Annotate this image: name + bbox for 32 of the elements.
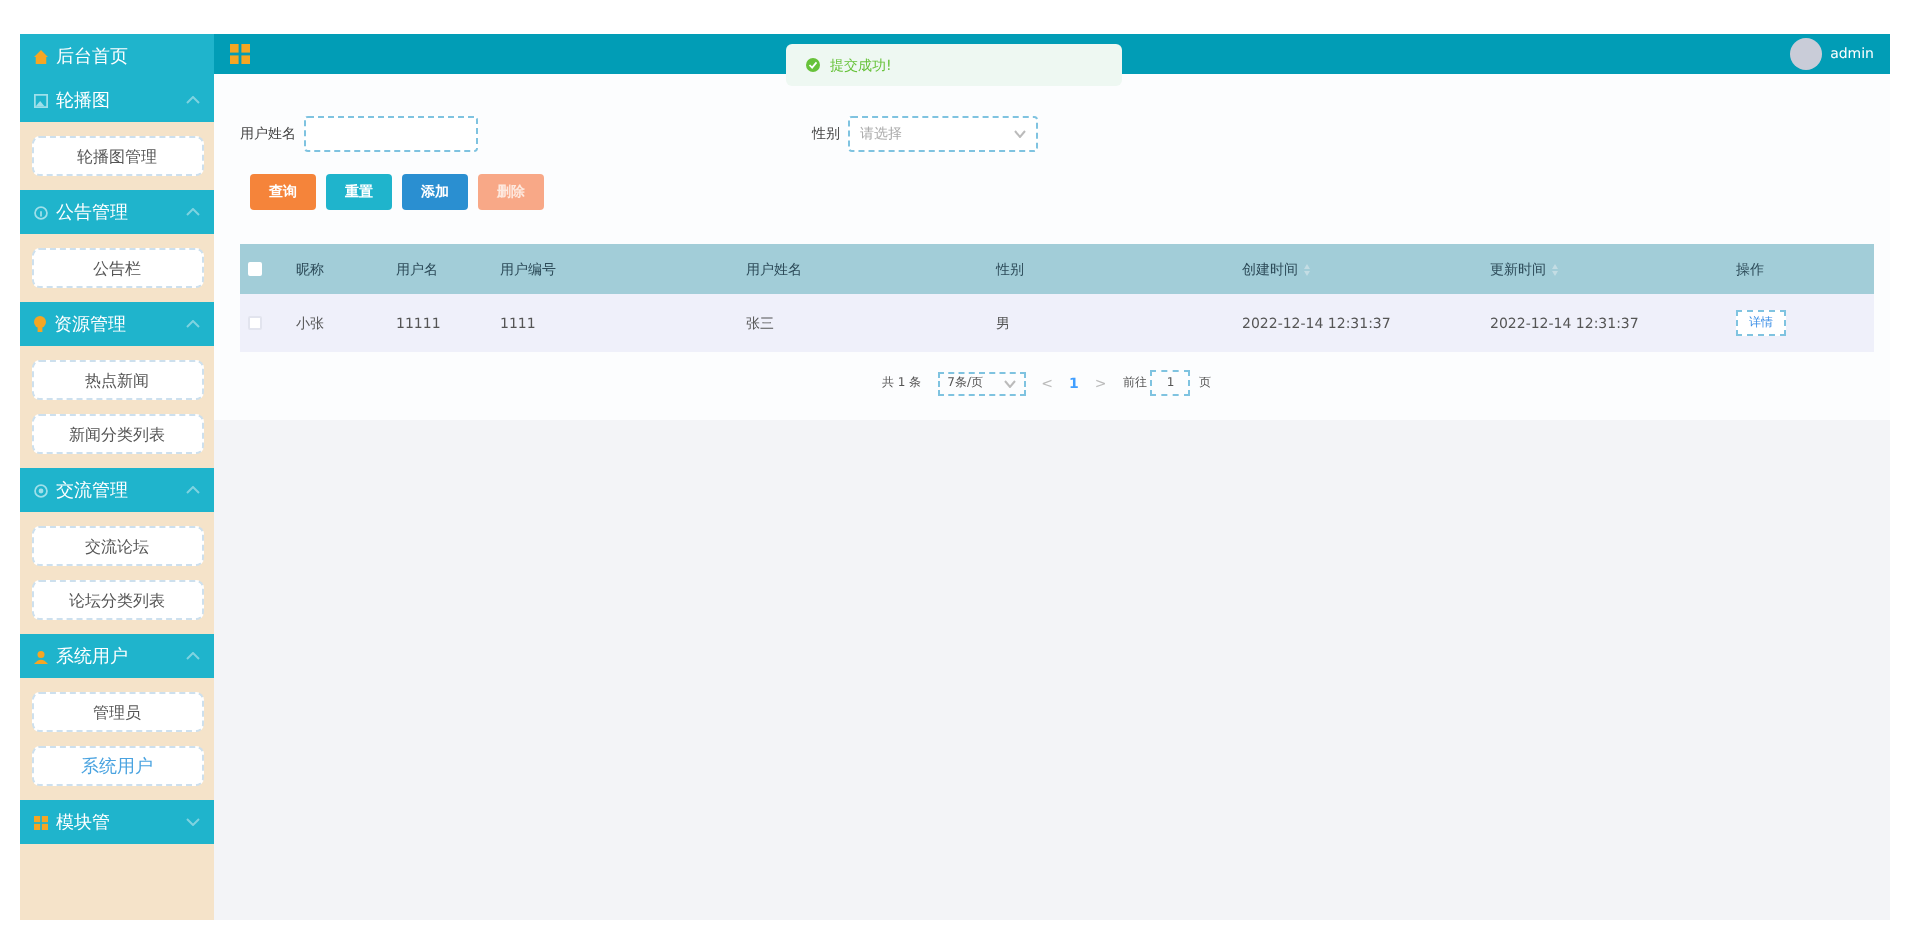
row-checkbox[interactable] (248, 316, 262, 330)
home-menu-item[interactable]: 后台首页 (20, 34, 214, 78)
bulb-icon (34, 316, 46, 332)
sort-icon[interactable] (1304, 263, 1310, 275)
submenu-item[interactable]: 论坛分类列表 (31, 580, 203, 620)
menu-section-header[interactable]: 公告管理 (20, 190, 214, 234)
chevron-down-icon (1003, 379, 1016, 387)
name-input-field[interactable] (304, 116, 478, 152)
target-icon (34, 483, 48, 497)
menu-section-header[interactable]: 模块管 (20, 800, 214, 844)
submenu-item[interactable]: 公告栏 (31, 248, 203, 288)
menu-section-header[interactable]: 系统用户 (20, 634, 214, 678)
submenu-item[interactable]: 轮播图管理 (31, 136, 203, 176)
chevron-down-icon (1014, 130, 1026, 138)
grid-icon (34, 815, 48, 829)
submenu-item[interactable]: 新闻分类列表 (31, 414, 203, 454)
grid-menu-icon[interactable] (230, 44, 250, 64)
menu-section-header[interactable]: 轮播图 (20, 78, 214, 122)
avatar[interactable] (1790, 38, 1823, 70)
image-icon (34, 93, 48, 107)
select-all-checkbox[interactable] (248, 262, 262, 276)
info-icon (34, 205, 48, 219)
sort-icon[interactable] (1552, 263, 1558, 275)
submenu-item[interactable]: 系统用户 (31, 746, 203, 786)
submenu-item[interactable]: 管理员 (31, 692, 203, 732)
home-icon (34, 49, 48, 63)
submenu-item[interactable]: 热点新闻 (31, 360, 203, 400)
submenu-item[interactable]: 交流论坛 (31, 526, 203, 566)
menu-section-header[interactable]: 交流管理 (20, 468, 214, 512)
user-icon (34, 649, 48, 663)
menu-section-header[interactable]: 资源管理 (20, 302, 214, 346)
success-icon (806, 58, 820, 72)
